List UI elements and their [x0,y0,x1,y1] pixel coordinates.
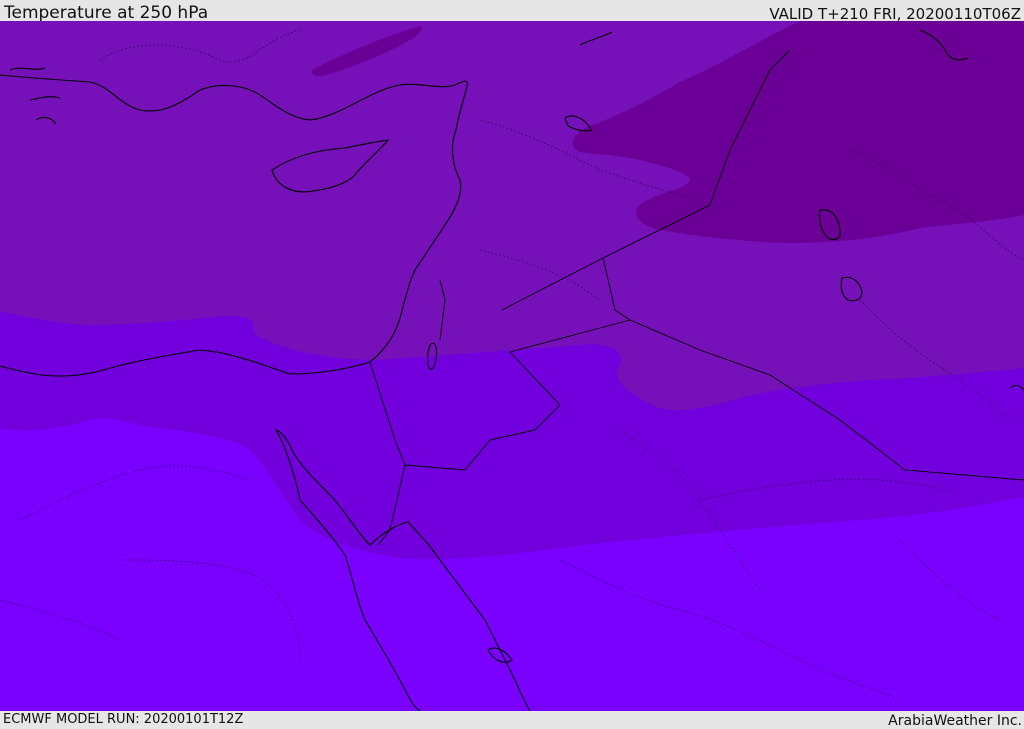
model-run: ECMWF MODEL RUN: 20200101T12Z [3,712,244,727]
map-canvas [0,21,1024,711]
header-bar: Temperature at 250 hPa VALID T+210 FRI, … [0,0,1024,23]
footer-bar: ECMWF MODEL RUN: 20200101T12Z ArabiaWeat… [0,711,1024,729]
map-title: Temperature at 250 hPa [4,3,209,23]
credit-text: ArabiaWeather Inc. [888,713,1022,729]
weather-map[interactable] [0,21,1024,711]
